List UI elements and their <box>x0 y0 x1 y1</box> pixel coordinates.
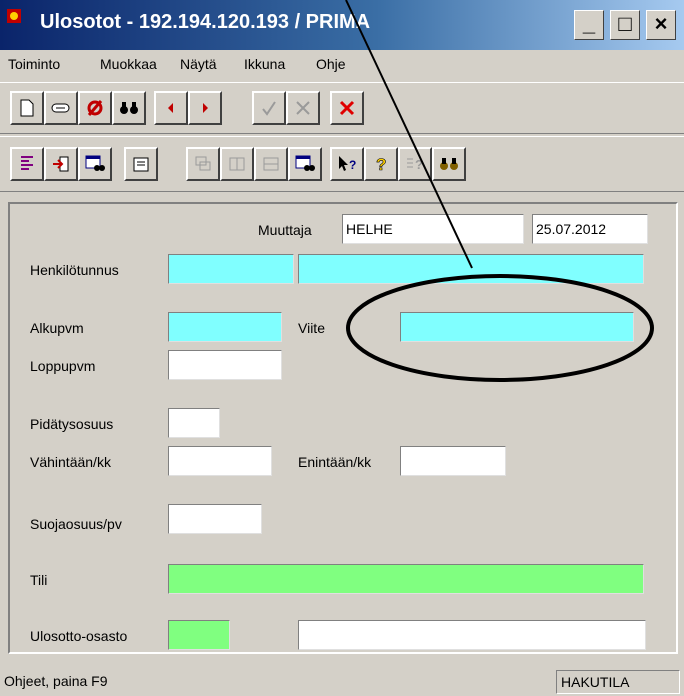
muuttaja-label: Muuttaja <box>258 222 312 238</box>
enintaan-label: Enintään/kk <box>298 454 372 470</box>
window-find-button[interactable] <box>288 147 322 181</box>
viite-field[interactable] <box>400 312 634 342</box>
secondary-toolbar: ? ? ? <box>0 136 684 192</box>
null-icon <box>87 100 103 116</box>
binoculars-icon <box>120 102 138 114</box>
next-record-button[interactable] <box>188 91 222 125</box>
import-icon <box>53 156 69 172</box>
maximize-button[interactable]: □ <box>610 10 640 40</box>
menu-toiminto[interactable]: Toiminto <box>8 56 60 72</box>
ulosotto-code-field[interactable] <box>168 620 230 650</box>
tile-vertical-button[interactable] <box>220 147 254 181</box>
empty-button[interactable] <box>78 91 112 125</box>
muuttaja-field[interactable]: HELHE <box>342 214 524 244</box>
ulosotto-osasto-label: Ulosotto-osasto <box>30 628 128 644</box>
new-document-button[interactable] <box>10 91 44 125</box>
loppupvm-label: Loppupvm <box>30 358 96 374</box>
status-help-text: Ohjeet, paina F9 <box>4 673 108 689</box>
minimize-icon: _ <box>582 11 596 36</box>
properties-button[interactable] <box>124 147 158 181</box>
tili-field[interactable] <box>168 564 644 594</box>
tile-vertical-icon <box>229 157 245 171</box>
menu-ohje[interactable]: Ohje <box>316 56 346 72</box>
window-find-icon <box>295 155 315 171</box>
list-icon <box>21 156 33 170</box>
status-bar: Ohjeet, paina F9 HAKUTILA <box>0 666 684 696</box>
cross-disabled-icon <box>296 101 310 115</box>
accept-button[interactable] <box>252 91 286 125</box>
help-pointer-icon: ? <box>339 156 356 172</box>
cancel-button[interactable] <box>286 91 320 125</box>
import-button[interactable] <box>44 147 78 181</box>
loppupvm-field[interactable] <box>168 350 282 380</box>
properties-icon <box>133 157 149 172</box>
suojaosuus-field[interactable] <box>168 504 262 534</box>
vahintaan-field[interactable] <box>168 446 272 476</box>
main-toolbar <box>0 82 684 134</box>
find-binoculars-icon <box>440 158 458 170</box>
window-binoculars-icon <box>85 155 105 171</box>
enintaan-field[interactable] <box>400 446 506 476</box>
delete-icon <box>339 100 355 116</box>
svg-text:?: ? <box>415 157 423 172</box>
window-title: Ulosotot - 192.194.120.193 / PRIMA <box>40 11 371 33</box>
edit-button[interactable] <box>44 91 78 125</box>
close-button[interactable]: × <box>646 10 676 40</box>
checkmark-icon <box>262 101 276 116</box>
tili-label: Tili <box>30 572 48 588</box>
close-icon: × <box>654 11 668 36</box>
window-search-button[interactable] <box>78 147 112 181</box>
ulosotto-name-field[interactable] <box>298 620 646 650</box>
status-mode: HAKUTILA <box>556 670 680 694</box>
field-help-icon: ? <box>407 157 423 172</box>
help-icon: ? <box>376 155 387 173</box>
cascade-icon <box>195 156 211 171</box>
vahintaan-label: Vähintään/kk <box>30 454 111 470</box>
tile-horizontal-button[interactable] <box>254 147 288 181</box>
maximize-icon: □ <box>618 11 632 36</box>
application-window: Ulosotot - 192.194.120.193 / PRIMA _ □ ×… <box>0 0 684 696</box>
suojaosuus-label: Suojaosuus/pv <box>30 516 122 532</box>
menu-ikkuna[interactable]: Ikkuna <box>244 56 285 72</box>
cascade-button[interactable] <box>186 147 220 181</box>
app-icon <box>7 9 21 23</box>
pidatysosuus-field[interactable] <box>168 408 220 438</box>
pidatysosuus-label: Pidätysosuus <box>30 416 114 432</box>
viite-label: Viite <box>298 320 325 336</box>
search-button[interactable] <box>112 91 146 125</box>
find-button[interactable] <box>432 147 466 181</box>
minimize-button[interactable]: _ <box>574 10 604 40</box>
menu-muokkaa[interactable]: Muokkaa <box>100 56 157 72</box>
svg-text:?: ? <box>349 158 356 172</box>
field-help-button[interactable]: ? <box>398 147 432 181</box>
help-button[interactable]: ? <box>364 147 398 181</box>
henkilotunnus-label: Henkilötunnus <box>30 262 119 278</box>
title-bar: Ulosotot - 192.194.120.193 / PRIMA _ □ × <box>0 0 684 50</box>
arrow-right-icon <box>203 103 208 113</box>
alkupvm-label: Alkupvm <box>30 320 84 336</box>
new-document-icon <box>20 99 34 117</box>
menu-bar: Toiminto Muokkaa Näytä Ikkuna Ohje <box>0 50 684 80</box>
svg-text:?: ? <box>376 155 386 173</box>
menu-nayta[interactable]: Näytä <box>180 56 217 72</box>
list-button[interactable] <box>10 147 44 181</box>
eraser-icon <box>51 103 70 113</box>
delete-button[interactable] <box>330 91 364 125</box>
date-field[interactable]: 25.07.2012 <box>532 214 648 244</box>
context-help-button[interactable]: ? <box>330 147 364 181</box>
alkupvm-field[interactable] <box>168 312 282 342</box>
person-name-field[interactable] <box>298 254 644 284</box>
arrow-left-icon <box>168 103 173 113</box>
previous-record-button[interactable] <box>154 91 188 125</box>
tile-horizontal-icon <box>263 157 279 171</box>
henkilotunnus-field[interactable] <box>168 254 294 284</box>
